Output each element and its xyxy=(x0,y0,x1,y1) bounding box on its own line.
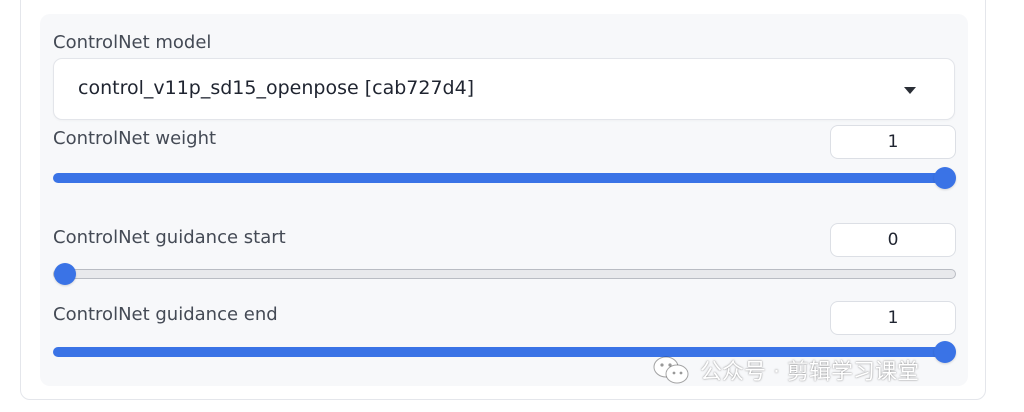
controlnet-guidance-start-slider-thumb[interactable] xyxy=(54,263,76,285)
controlnet-model-selected: control_v11p_sd15_openpose [cab727d4] xyxy=(78,77,475,99)
controlnet-weight-label: ControlNet weight xyxy=(53,128,217,149)
controlnet-model-label: ControlNet model xyxy=(53,32,212,53)
controlnet-guidance-end-slider-thumb[interactable] xyxy=(934,341,956,363)
controlnet-guidance-start-input[interactable]: 0 xyxy=(830,223,956,257)
controlnet-weight-input[interactable]: 1 xyxy=(830,125,956,159)
controlnet-guidance-end-label: ControlNet guidance end xyxy=(53,304,278,325)
controlnet-guidance-start-label: ControlNet guidance start xyxy=(53,227,286,248)
controlnet-weight-slider-fill xyxy=(53,173,945,183)
controlnet-weight-slider-thumb[interactable] xyxy=(934,167,956,189)
watermark: 公众号 · 剪辑学习课堂 xyxy=(652,354,919,386)
controlnet-guidance-start-slider[interactable] xyxy=(53,263,956,285)
wechat-icon xyxy=(652,355,690,385)
controlnet-guidance-end-input[interactable]: 1 xyxy=(830,301,956,335)
watermark-text: 公众号 · 剪辑学习课堂 xyxy=(700,360,919,385)
chevron-down-icon[interactable] xyxy=(904,87,916,94)
controlnet-model-dropdown[interactable]: control_v11p_sd15_openpose [cab727d4] xyxy=(53,58,955,120)
controlnet-weight-slider[interactable] xyxy=(53,167,956,189)
